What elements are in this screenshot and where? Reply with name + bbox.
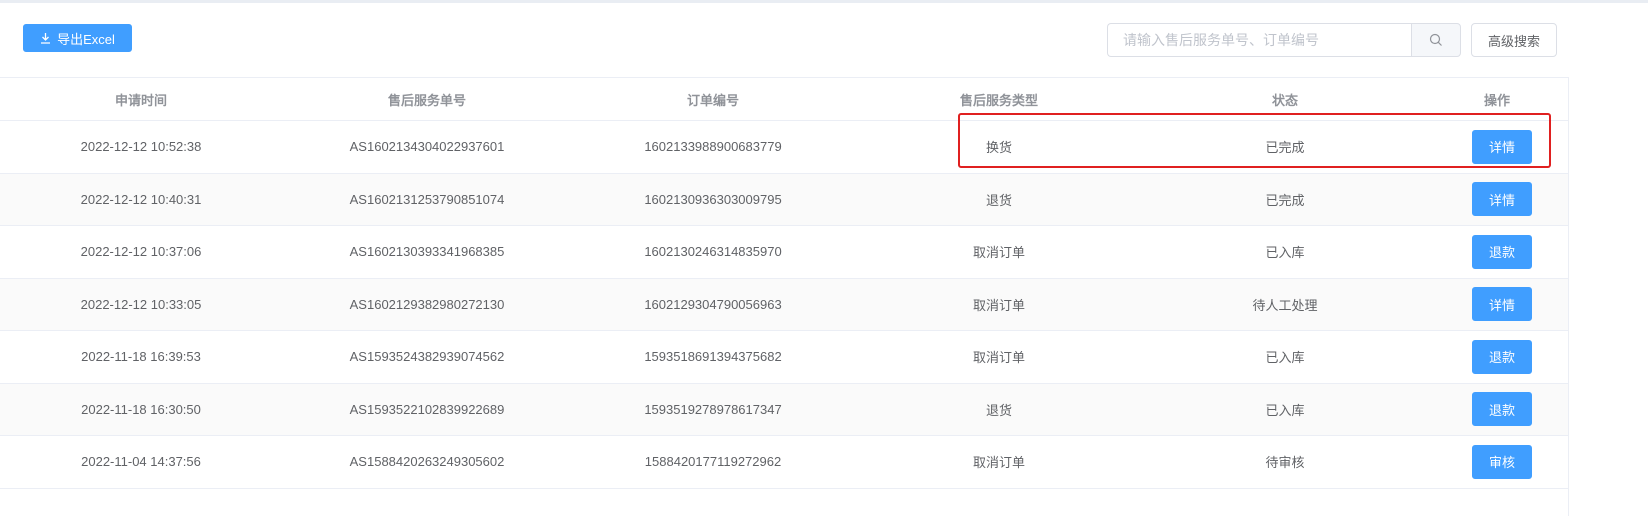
actions-cell: 审核 [1426,436,1568,488]
header-actions: 操作 [1483,92,1510,108]
status-cell: 已入库 [1265,245,1305,261]
order-no-cell: 1593519278978617347 [644,401,782,417]
actions-cell: 详情 [1426,174,1568,226]
status-cell: 已完成 [1265,192,1305,208]
search-button[interactable] [1411,23,1461,57]
refund-button[interactable]: 退款 [1472,234,1532,269]
actions-cell: 详情 [1426,279,1568,331]
apply-time-cell: 2022-11-18 16:39:53 [81,349,201,365]
status-cell: 已完成 [1265,140,1305,156]
order-no-cell: 1602133988900683779 [644,139,782,155]
service-no-cell: AS1602129382980272130 [349,296,505,312]
service-no-cell: AS1593522102839922689 [349,401,505,417]
service-no-cell: AS1602131253790851074 [349,191,505,207]
table-right-border [1568,77,1569,516]
details-button[interactable]: 详情 [1472,182,1532,217]
service-type-cell: 取消订单 [972,245,1025,261]
service-no-cell: AS1593524382939074562 [349,349,505,365]
order-no-cell: 1602130936303009795 [644,191,782,207]
table-row: 2022-12-12 10:40:31 AS160213125379085107… [0,173,1568,226]
actions-cell: 退款 [1426,331,1568,383]
apply-time-cell: 2022-11-04 14:37:56 [81,454,201,470]
status-cell: 已入库 [1265,402,1305,418]
service-type-cell: 取消订单 [972,297,1025,313]
after-sales-table: 申请时间 售后服务单号 订单编号 售后服务类型 状态 操作 2022-12-12… [0,77,1568,489]
service-type-cell: 取消订单 [972,455,1025,471]
apply-time-cell: 2022-11-18 16:30:50 [81,401,201,417]
order-no-cell: 1602129304790056963 [644,296,782,312]
actions-cell: 退款 [1426,226,1568,278]
details-button[interactable]: 详情 [1472,129,1532,164]
after-sales-page: 导出Excel 高级搜索 申请时间 售后服务单号 订单编号 售后服务类型 状态 … [0,0,1648,516]
table-header: 申请时间 售后服务单号 订单编号 售后服务类型 状态 操作 [0,78,1568,121]
apply-time-cell: 2022-12-12 10:52:38 [80,139,202,155]
table-row: 2022-12-12 10:37:06 AS160213039334196838… [0,226,1568,279]
order-no-cell: 1588420177119272962 [644,454,782,470]
download-icon [41,33,51,44]
export-excel-button[interactable]: 导出Excel [23,24,132,52]
apply-time-cell: 2022-12-12 10:40:31 [80,191,202,207]
export-excel-label: 导出Excel [57,31,115,47]
table-row: 2022-12-12 10:52:38 AS160213430402293760… [0,121,1568,174]
header-apply-time: 申请时间 [114,92,167,108]
top-divider [0,0,1648,3]
order-no-cell: 1602130246314835970 [644,244,782,260]
service-no-cell: AS1602130393341968385 [349,244,505,260]
search-input[interactable] [1107,23,1411,57]
header-service-type: 售后服务类型 [959,92,1038,108]
table-row: 2022-11-18 16:30:50 AS159352210283992268… [0,383,1568,436]
actions-cell: 退款 [1426,384,1568,436]
review-button[interactable]: 审核 [1472,444,1532,479]
service-type-cell: 换货 [985,140,1012,156]
search-icon [1429,33,1442,46]
refund-button[interactable]: 退款 [1472,339,1532,374]
refund-button[interactable]: 退款 [1472,392,1532,427]
advanced-search-label: 高级搜索 [1487,33,1540,49]
table-row: 2022-12-12 10:33:05 AS160212938298027213… [0,278,1568,331]
apply-time-cell: 2022-12-12 10:33:05 [80,296,202,312]
header-service-no: 售后服务单号 [387,92,466,108]
search-group [1107,23,1461,57]
advanced-search-button[interactable]: 高级搜索 [1471,23,1557,57]
details-button[interactable]: 详情 [1472,287,1532,322]
status-cell: 待人工处理 [1252,297,1318,313]
service-type-cell: 退货 [985,192,1012,208]
service-type-cell: 退货 [985,402,1012,418]
service-no-cell: AS1588420263249305602 [349,454,505,470]
table-row: 2022-11-04 14:37:56 AS158842026324930560… [0,436,1568,489]
apply-time-cell: 2022-12-12 10:37:06 [80,244,202,260]
order-no-cell: 1593518691394375682 [644,349,782,365]
service-no-cell: AS1602134304022937601 [349,139,505,155]
actions-cell: 详情 [1426,121,1568,173]
header-order-no: 订单编号 [686,92,739,108]
service-type-cell: 取消订单 [972,350,1025,366]
status-cell: 待审核 [1265,455,1305,471]
status-cell: 已入库 [1265,350,1305,366]
header-status: 状态 [1271,92,1298,108]
table-row: 2022-11-18 16:39:53 AS159352438293907456… [0,331,1568,384]
